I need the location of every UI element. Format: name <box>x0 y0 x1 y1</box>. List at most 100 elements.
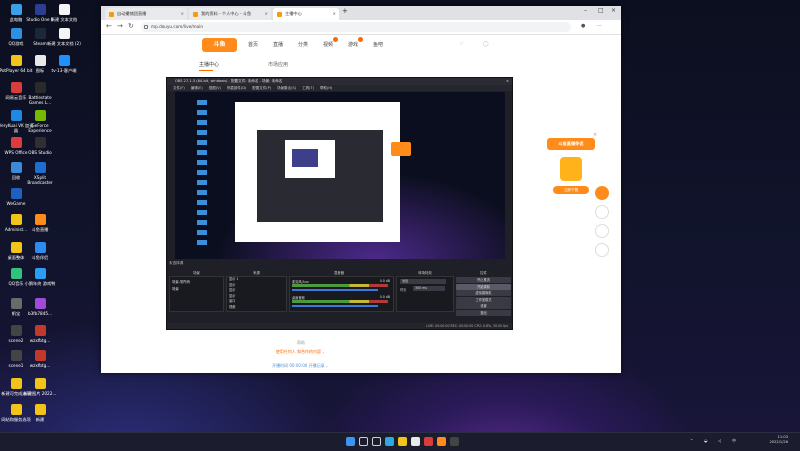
obs-menu-item[interactable]: 文件(F) <box>173 86 185 90</box>
mixer-track-db: 0.0 dB <box>379 295 390 299</box>
desktop-icon[interactable]: GeForce Experience <box>21 110 59 133</box>
desktop-icon-label: b3fb7845... <box>27 311 53 316</box>
transition-select[interactable]: 淡出 <box>400 279 446 284</box>
desktop-icon[interactable]: wzxfbtg... <box>21 350 59 368</box>
douyu-logo[interactable]: 斗鱼 <box>202 38 237 52</box>
desktop-icon[interactable]: 小鹅年终 游戏鸭 <box>21 268 59 286</box>
more-icon[interactable]: ⋯ <box>597 23 602 29</box>
desktop-icon[interactable]: XSplit Broadcaster <box>21 162 59 185</box>
duration-field[interactable]: 300 ms <box>413 286 445 291</box>
back-icon[interactable]: ← <box>106 22 112 30</box>
start-icon[interactable] <box>346 437 355 446</box>
nav-category[interactable]: 分类 <box>298 41 308 48</box>
desktop-icon[interactable]: 斗鱼伴侣 <box>21 242 59 260</box>
nav-game[interactable]: 游戏 <box>348 37 364 48</box>
desktop-app-icon <box>10 378 22 389</box>
desktop-icon[interactable]: WeGame <box>0 188 35 206</box>
new-tab-icon[interactable]: + <box>342 7 348 15</box>
obs-control-button[interactable]: 退出 <box>456 309 511 316</box>
float-button-2[interactable] <box>595 205 609 219</box>
obs-menu-item[interactable]: 工具(T) <box>302 86 314 90</box>
file-explorer-icon[interactable] <box>398 437 407 446</box>
url-field[interactable]: mp.douyu.com/live/main <box>141 22 571 32</box>
obs-icon[interactable] <box>450 437 459 446</box>
reload-icon[interactable]: ↻ <box>128 22 134 30</box>
obs-menu-item[interactable]: 编辑(E) <box>191 86 203 90</box>
maximize-icon[interactable]: □ <box>598 7 604 14</box>
desktop-icon[interactable]: tv-13-客户端 <box>45 55 83 73</box>
desktop-icon[interactable]: 新建 文本文档 (2) <box>45 28 83 46</box>
desktop-icon[interactable]: b3fb7845... <box>21 298 59 316</box>
clock[interactable]: 11:03 2022/1/26 <box>758 435 788 445</box>
tab-douyu-live[interactable]: 自动撮铺团直播 × <box>105 8 187 20</box>
nav-fishbar[interactable]: 鱼吧 <box>373 41 383 48</box>
source-item[interactable]: 视频 <box>227 305 286 311</box>
obs-close-icon[interactable]: × <box>506 78 509 85</box>
desktop-icon[interactable]: 新建图片 2022... <box>21 378 59 396</box>
close-tab-icon[interactable]: × <box>180 8 184 20</box>
preview-nested-browser <box>285 140 335 178</box>
obs-control-button[interactable]: 设置 <box>456 303 511 309</box>
obs-menu-item[interactable]: 停靠部件(D) <box>227 86 246 90</box>
desktop-app-icon <box>10 188 22 199</box>
volume-icon[interactable]: ◁ <box>718 438 721 443</box>
obs-menu-item[interactable]: 场景集合(S) <box>277 86 296 90</box>
obs-control-button[interactable]: 停止推流 <box>456 277 511 283</box>
desktop-icon[interactable]: 新建 文本文档 <box>45 4 83 22</box>
bell-icon[interactable]: ♢ <box>459 41 463 47</box>
nav-home[interactable]: 首页 <box>248 41 258 48</box>
obs-control-button[interactable]: 开始录制 <box>456 283 511 290</box>
nav-live[interactable]: 直播 <box>273 41 283 48</box>
float-button-1[interactable] <box>595 186 609 200</box>
float-button-4[interactable] <box>595 243 609 257</box>
obs-preview[interactable] <box>175 92 505 259</box>
close-tab-icon[interactable]: × <box>264 8 268 20</box>
scene-item[interactable]: 场景 <box>170 286 223 291</box>
scenes-list[interactable]: 场景-带所有 场景 <box>169 276 224 312</box>
side-tab-streamer-center[interactable]: 主播中心 <box>199 61 219 68</box>
input-method-icon[interactable]: 中 <box>732 438 736 444</box>
profile-icon[interactable]: ● <box>581 23 585 29</box>
obs-menu-item[interactable]: 帮助(H) <box>320 86 332 90</box>
desktop-app-icon <box>34 82 46 93</box>
search-icon[interactable] <box>359 437 368 446</box>
volume-slider[interactable] <box>292 305 378 307</box>
desktop-icon[interactable]: 新建 <box>21 404 59 422</box>
close-promo-icon[interactable]: × <box>593 132 597 138</box>
obs-control-button[interactable]: 工作室模式 <box>456 296 511 303</box>
promo-card[interactable]: 斗鱼直播伴侣 立即下载 × <box>547 132 597 201</box>
netease-music-icon[interactable] <box>424 437 433 446</box>
desktop-icon[interactable]: 斗鱼直播 <box>21 214 59 232</box>
desktop-icon-label: wzxfbtg... <box>29 338 51 343</box>
desktop-icon[interactable]: Battlestate Games L... <box>21 82 59 105</box>
minimize-icon[interactable]: – <box>584 7 587 14</box>
sources-list[interactable]: 显示 1 显示 显示 显示 窗口 视频 <box>226 276 287 312</box>
side-tab-market[interactable]: 市场应用 <box>268 61 288 68</box>
tab-profile[interactable]: 我的资料 - 个人中心 - 斗鱼 × <box>189 8 271 20</box>
nav-video[interactable]: 视频 <box>323 37 339 48</box>
show-hidden-icons[interactable]: ⌃ <box>690 438 693 443</box>
wps-icon[interactable] <box>411 437 420 446</box>
obs-menu-item[interactable]: 视图(V) <box>209 86 221 90</box>
scene-item[interactable]: 场景-带所有 <box>170 277 223 286</box>
edge-icon[interactable] <box>385 437 394 446</box>
tab-streamer-center[interactable]: 主播中心 × <box>273 8 339 20</box>
close-tab-icon[interactable]: × <box>332 8 336 20</box>
douyu-icon[interactable] <box>437 437 446 446</box>
float-button-3[interactable] <box>595 224 609 238</box>
user-avatar[interactable]: ◯ <box>483 41 489 47</box>
network-icon[interactable]: ◒ <box>704 438 708 443</box>
obs-menu-item[interactable]: 配置文件(P) <box>252 86 271 90</box>
download-button[interactable]: 立即下载 <box>553 186 589 194</box>
forward-icon[interactable]: → <box>117 22 123 30</box>
volume-slider[interactable] <box>292 289 378 291</box>
desktop-icon[interactable]: OBS Studio <box>21 137 59 155</box>
desktop-app-icon <box>34 404 46 415</box>
task-view-icon[interactable] <box>372 437 381 446</box>
desktop-app-icon <box>34 298 46 309</box>
obs-control-button[interactable]: 虚拟摄像机 <box>456 290 511 296</box>
close-window-icon[interactable]: × <box>611 7 616 14</box>
desktop-icon-label: OBS Studio <box>28 150 52 155</box>
desktop-icon[interactable]: wzxfbtg... <box>21 325 59 343</box>
desktop-app-icon <box>10 82 22 93</box>
